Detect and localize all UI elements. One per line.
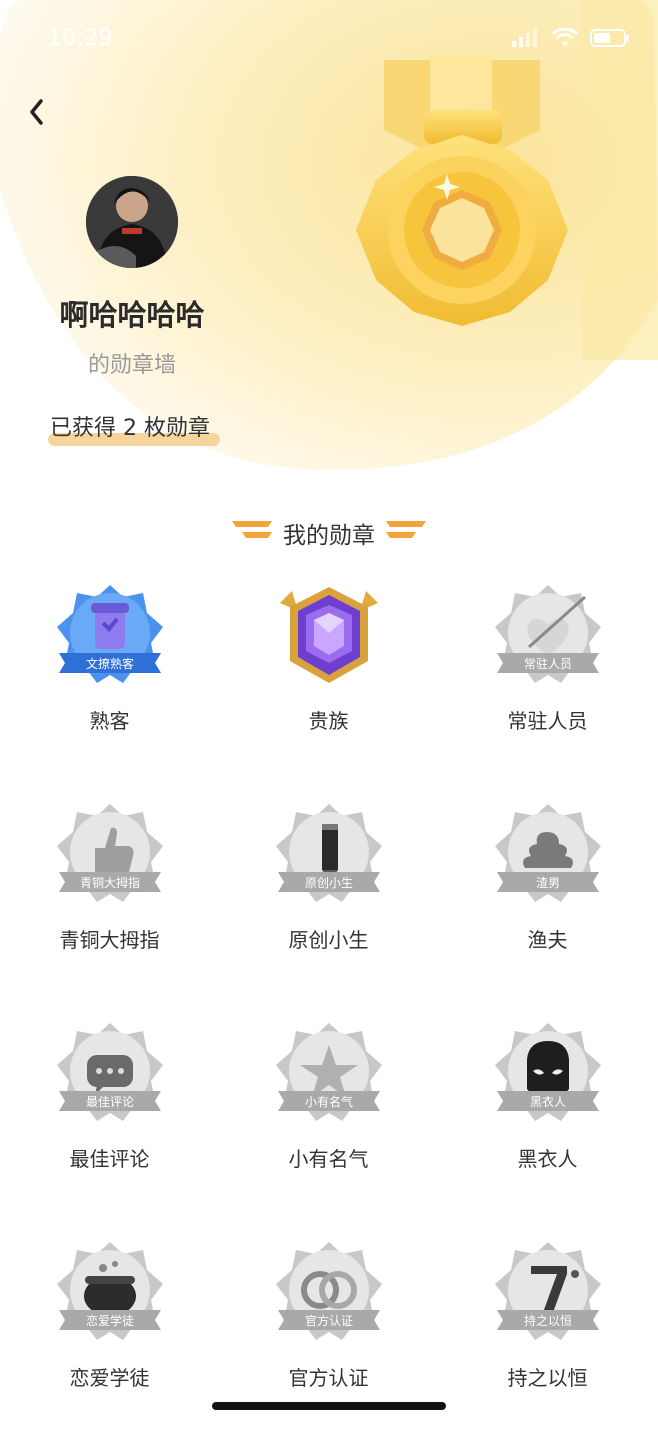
badge-ribbon-label: 文撩熟客 <box>86 656 134 671</box>
wall-subtitle: 的勋章墙 <box>87 353 176 378</box>
badge-ribbon-label: 官方认证 <box>305 1313 353 1328</box>
cauldron-icon: 恋爱学徒 <box>57 1242 163 1340</box>
battery-icon <box>590 28 630 52</box>
heart-arrow-icon: 常驻人员 <box>495 585 601 683</box>
username: 啊哈哈哈哈 <box>59 298 205 332</box>
badge-item[interactable]: 官方认证 官方认证 <box>219 1232 438 1452</box>
badge-name: 最佳评论 <box>69 1147 150 1171</box>
badge-name: 持之以恒 <box>507 1366 588 1390</box>
badge-ribbon-label: 青铜大拇指 <box>80 875 140 890</box>
wifi-icon <box>551 27 579 52</box>
badge-name: 官方认证 <box>288 1366 369 1390</box>
signal-icon <box>512 29 540 51</box>
badge-ribbon-label: 持之以恒 <box>524 1313 572 1328</box>
badge-name: 常驻人员 <box>507 709 588 733</box>
badge-name: 青铜大拇指 <box>59 928 160 952</box>
badge-name: 黑衣人 <box>517 1147 578 1171</box>
badge-item[interactable]: 青铜大拇指 青铜大拇指 <box>0 794 219 1014</box>
avatar[interactable] <box>86 176 178 268</box>
pencil-icon: 原创小生 <box>276 804 382 902</box>
badge-item[interactable]: 原创小生 原创小生 <box>219 794 438 1014</box>
status-bar: 10:29 <box>0 0 658 80</box>
right-wing-decoration-icon <box>386 521 426 538</box>
badge-item[interactable]: 渣男 渔夫 <box>438 794 657 1014</box>
badge-name: 贵族 <box>308 709 349 733</box>
badge-count-text: 已获得 2 枚勋章 <box>48 410 220 446</box>
thumbs-up-icon: 青铜大拇指 <box>57 804 163 902</box>
badge-ribbon-label: 黑衣人 <box>530 1094 566 1109</box>
badge-ribbon-label: 小有名气 <box>305 1094 353 1109</box>
badge-item[interactable]: 贵族 <box>219 575 438 795</box>
badge-ribbon-label: 常驻人员 <box>524 656 572 671</box>
badge-item[interactable]: 文撩熟客 熟客 <box>0 575 219 795</box>
gem-icon <box>280 587 378 683</box>
badge-ribbon-label: 原创小生 <box>305 876 353 890</box>
badge-item[interactable]: 最佳评论 最佳评论 <box>0 1013 219 1233</box>
avatar-photo <box>86 176 178 268</box>
badge-ribbon-label: 渣男 <box>536 876 560 890</box>
home-indicator <box>212 1402 446 1410</box>
badge-ribbon-label: 恋爱学徒 <box>86 1313 134 1328</box>
badge-name: 小有名气 <box>288 1147 369 1171</box>
status-time: 10:29 <box>48 24 114 51</box>
medal-illustration <box>356 55 568 326</box>
badge-name: 熟客 <box>89 709 130 733</box>
badge-count-label: 已获得 2 枚勋章 <box>50 416 210 441</box>
mask-icon: 黑衣人 <box>495 1023 601 1121</box>
section-title: 我的勋章 <box>283 523 375 549</box>
back-button[interactable] <box>22 94 52 130</box>
badge-ribbon-label: 最佳评论 <box>86 1095 134 1109</box>
cup-icon: 文撩熟客 <box>57 585 163 683</box>
badge-item[interactable]: 小有名气 小有名气 <box>219 1013 438 1233</box>
chevron-left-icon <box>30 99 43 125</box>
comment-icon: 最佳评论 <box>57 1023 163 1121</box>
swirl-icon: 渣男 <box>495 804 601 902</box>
number-seven-icon: 持之以恒 <box>495 1242 601 1340</box>
badge-item[interactable]: 常驻人员 常驻人员 <box>438 575 657 795</box>
rings-icon: 官方认证 <box>276 1242 382 1340</box>
badge-name: 原创小生 <box>288 928 369 952</box>
star-icon: 小有名气 <box>276 1023 382 1121</box>
badge-name: 渔夫 <box>527 928 568 952</box>
badge-item[interactable]: 持之以恒 持之以恒 <box>438 1232 657 1452</box>
badge-name: 恋爱学徒 <box>69 1366 150 1390</box>
badge-item[interactable]: 恋爱学徒 恋爱学徒 <box>0 1232 219 1452</box>
badge-item[interactable]: 黑衣人 黑衣人 <box>438 1013 657 1233</box>
